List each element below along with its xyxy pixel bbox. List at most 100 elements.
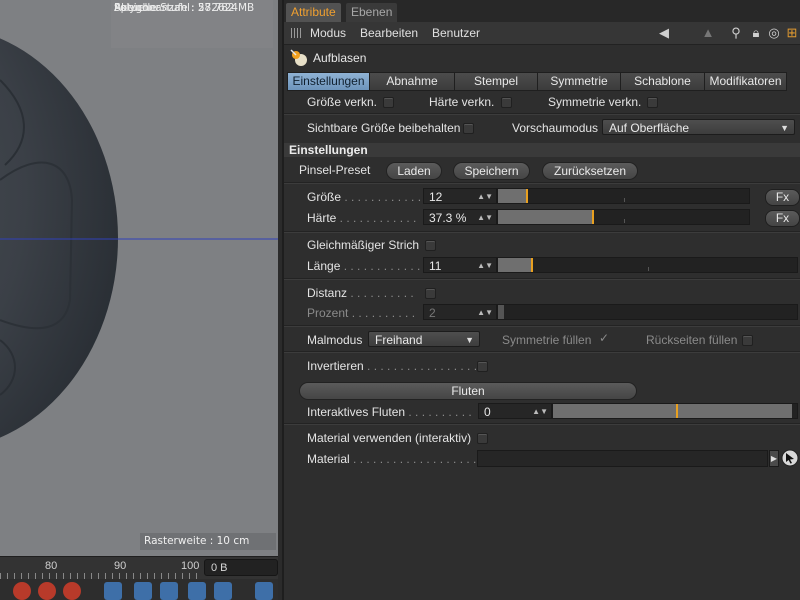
menu-edit[interactable]: Bearbeiten	[360, 26, 418, 40]
dot-leader: . . . . . . . . . . . .	[340, 259, 421, 273]
interactive-flood-label-text: Interaktives Fluten	[307, 405, 406, 419]
dot-leader: . . . . . . . . . .	[348, 306, 416, 320]
length-slider-fill	[498, 258, 531, 272]
interactive-flood-value: 0	[484, 405, 491, 419]
paint-mode-dropdown[interactable]: Freihand ▼	[368, 331, 480, 347]
object-header: Aufblasen	[284, 46, 800, 70]
tab-settings[interactable]: Einstellungen	[287, 72, 370, 91]
tab-modifiers[interactable]: Modifikatoren	[705, 72, 787, 91]
distance-label-text: Distanz	[307, 286, 348, 300]
grip-icon[interactable]	[291, 28, 301, 38]
interactive-flood-slider-handle[interactable]	[676, 404, 678, 418]
timeline-tick: 90	[114, 560, 127, 572]
spinner-icon[interactable]: ▲▼	[477, 258, 493, 274]
attribute-manager: Attribute Ebenen Modus Bearbeiten Benutz…	[282, 0, 800, 600]
reset-preset-button[interactable]: Zurücksetzen	[542, 162, 638, 180]
symmetry-link-label: Symmetrie verkn.	[548, 95, 642, 109]
visible-size-label: Sichtbare Größe beibehalten	[307, 121, 461, 135]
percent-slider[interactable]	[497, 304, 798, 320]
dot-leader: . . . . . . . . . . . .	[341, 190, 422, 204]
size-fx-button[interactable]: Fx	[765, 189, 800, 206]
material-link-field[interactable]	[477, 450, 768, 467]
spinner-icon[interactable]: ▲▼	[477, 189, 493, 205]
visible-size-checkbox[interactable]	[463, 123, 474, 134]
lock-icon[interactable]: 🔒︎	[748, 25, 764, 41]
param-icon[interactable]	[188, 582, 206, 600]
panel-tabs: Attribute Ebenen	[284, 0, 800, 22]
scale-icon[interactable]	[134, 582, 152, 600]
distance-checkbox[interactable]	[425, 288, 436, 299]
menu-bar: Modus Bearbeiten Benutzer ◀ ▲ ⚲ 🔒︎ ◎ ⊞	[284, 22, 800, 45]
menu-mode[interactable]: Modus	[310, 26, 346, 40]
move-icon[interactable]	[104, 582, 122, 600]
rotate-icon[interactable]	[160, 582, 178, 600]
distance-label: Distanz . . . . . . . . . .	[307, 286, 414, 300]
percent-slider-fill	[498, 305, 504, 319]
load-preset-button[interactable]: Laden	[386, 162, 442, 180]
target-icon[interactable]: ◎	[766, 25, 782, 41]
spinner-icon[interactable]: ▲▼	[532, 404, 548, 420]
tab-stamp[interactable]: Stempel	[455, 72, 538, 91]
add-panel-icon[interactable]: ⊞	[784, 25, 800, 41]
viewport-hud: Aktuelle Stufe: 5 Polygonanzahl: 282624 …	[111, 0, 273, 48]
autokey-icon[interactable]	[38, 582, 56, 600]
record-icon[interactable]	[13, 582, 31, 600]
percent-input[interactable]: 2 ▲▼	[423, 304, 497, 320]
checkmark-icon[interactable]: ✓	[599, 331, 609, 345]
tab-stencil[interactable]: Schablone	[621, 72, 705, 91]
grid-icon[interactable]	[214, 582, 232, 600]
chevron-down-icon: ▼	[465, 335, 474, 345]
interactive-flood-input[interactable]: 0 ▲▼	[478, 403, 552, 419]
save-preset-button[interactable]: Speichern	[453, 162, 530, 180]
size-slider[interactable]	[497, 188, 750, 204]
help-icon[interactable]	[63, 582, 81, 600]
material-menu-arrow-icon[interactable]: ▶	[769, 450, 779, 467]
search-icon[interactable]: ⚲	[728, 25, 744, 41]
hardness-link-checkbox[interactable]	[501, 97, 512, 108]
tab-symmetry[interactable]: Symmetrie	[538, 72, 621, 91]
size-input[interactable]: 12 ▲▼	[423, 188, 497, 204]
spinner-icon[interactable]: ▲▼	[477, 210, 493, 226]
menu-user[interactable]: Benutzer	[432, 26, 480, 40]
hardness-input[interactable]: 37.3 % ▲▼	[423, 209, 497, 225]
tab-attribute[interactable]: Attribute	[286, 3, 341, 22]
tab-layers[interactable]: Ebenen	[346, 3, 398, 22]
percent-label: Prozent . . . . . . . . . .	[307, 306, 415, 320]
tab-falloff[interactable]: Abnahme	[370, 72, 455, 91]
hardness-slider[interactable]	[497, 209, 750, 225]
invert-checkbox[interactable]	[477, 361, 488, 372]
material-interactive-checkbox[interactable]	[477, 433, 488, 444]
even-stroke-checkbox[interactable]	[425, 240, 436, 251]
size-slider-handle[interactable]	[525, 189, 528, 203]
size-link-checkbox[interactable]	[383, 97, 394, 108]
timeline-tick: 80	[45, 560, 58, 572]
timeline[interactable]: 80 90 100 0 B	[0, 556, 278, 579]
hardness-slider-handle[interactable]	[591, 210, 594, 224]
hardness-link-label: Härte verkn.	[429, 95, 495, 109]
hardness-fx-button[interactable]: Fx	[765, 210, 800, 227]
preview-mode-value: Auf Oberfläche	[609, 121, 690, 135]
arrow-up-icon[interactable]: ▲	[700, 25, 716, 41]
length-slider[interactable]	[497, 257, 798, 273]
even-stroke-label: Gleichmäßiger Strich	[307, 238, 420, 252]
preview-mode-label: Vorschaumodus	[512, 121, 599, 135]
size-label: Größe . . . . . . . . . . . .	[307, 190, 421, 204]
object-name: Aufblasen	[313, 51, 367, 65]
preview-mode-dropdown[interactable]: Auf Oberfläche ▼	[602, 119, 795, 135]
symmetry-link-checkbox[interactable]	[647, 97, 658, 108]
slider-tick	[623, 198, 625, 202]
3d-viewport[interactable]: Aktuelle Stufe: 5 Polygonanzahl: 282624 …	[0, 0, 278, 556]
frame-field[interactable]: 0 B	[204, 559, 278, 576]
pick-cursor-icon[interactable]	[781, 449, 799, 467]
film-icon[interactable]	[255, 582, 273, 600]
back-fill-checkbox[interactable]	[742, 335, 753, 346]
length-input[interactable]: 11 ▲▼	[423, 257, 497, 273]
arrow-left-icon[interactable]: ◀	[656, 25, 672, 41]
percent-label-text: Prozent	[307, 306, 349, 320]
material-label-text: Material	[307, 452, 350, 466]
spinner-icon[interactable]: ▲▼	[477, 305, 493, 321]
flood-button[interactable]: Fluten	[299, 382, 637, 400]
size-slider-fill	[498, 189, 526, 203]
length-slider-handle[interactable]	[530, 258, 533, 272]
interactive-flood-slider[interactable]	[552, 403, 798, 419]
